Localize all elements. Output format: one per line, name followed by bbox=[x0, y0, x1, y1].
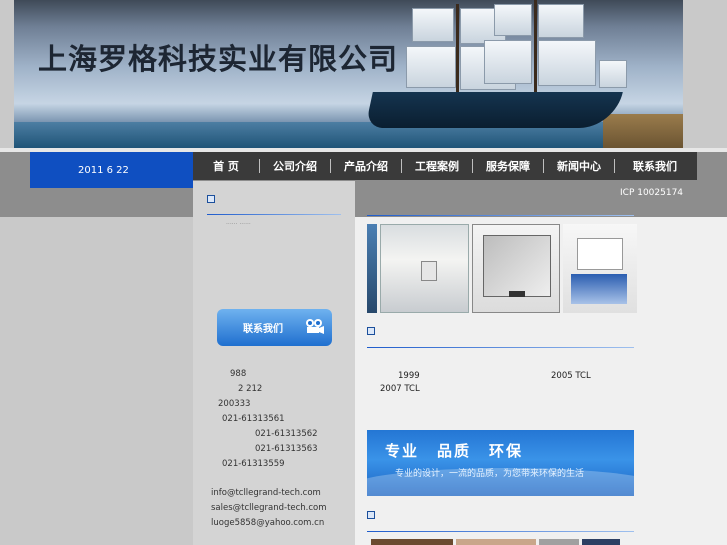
banner-shore bbox=[603, 114, 683, 148]
ship-sail bbox=[538, 4, 584, 38]
main-nav: 首 页 公司介绍 产品介绍 工程案例 服务保障 新闻中心 联系我们 bbox=[193, 152, 697, 180]
ship-hull bbox=[365, 92, 623, 128]
contact-us-button[interactable]: 联系我们 bbox=[217, 309, 332, 346]
address-line: 2 212 bbox=[238, 384, 263, 394]
promo-word: 环保 bbox=[489, 442, 524, 460]
ship-sail bbox=[538, 40, 596, 86]
promo-banner[interactable]: 专业 品质 环保 专业的设计，一流的品质，为您带来环保的生活 bbox=[367, 430, 634, 496]
section-bullet-icon bbox=[367, 327, 375, 335]
address-line: 988 bbox=[230, 369, 247, 379]
fax-number: 021-61313559 bbox=[222, 459, 285, 469]
about-text: 2007 TCL bbox=[380, 384, 420, 394]
nav-item-contact[interactable]: 联系我们 bbox=[615, 152, 695, 180]
promo-word: 专业 bbox=[385, 442, 420, 460]
nav-item-cases[interactable]: 工程案例 bbox=[402, 152, 472, 180]
promo-slogan: 专业的设计，一流的品质，为您带来环保的生活 bbox=[395, 469, 585, 479]
ship-sail bbox=[484, 40, 532, 84]
contact-us-label: 联系我们 bbox=[243, 324, 283, 335]
email-link[interactable]: luoge5858@yahoo.com.cn bbox=[211, 518, 324, 528]
about-text: 2005 TCL bbox=[551, 371, 591, 381]
ship-sail bbox=[494, 4, 532, 36]
section-divider bbox=[367, 347, 634, 348]
section-bullet-icon bbox=[207, 195, 215, 203]
camera-icon bbox=[306, 319, 324, 334]
product-photo[interactable] bbox=[563, 224, 637, 313]
email-link[interactable]: sales@tcllegrand-tech.com bbox=[211, 503, 327, 513]
date-display: 2011 6 22 bbox=[30, 152, 193, 188]
nav-item-products[interactable]: 产品介绍 bbox=[331, 152, 401, 180]
icp-number: ICP 10025174 bbox=[620, 188, 684, 198]
phone-number: 021-61313561 bbox=[222, 414, 285, 424]
about-text: 1999 bbox=[398, 371, 420, 381]
nav-item-company[interactable]: 公司介绍 bbox=[260, 152, 330, 180]
ship-mast bbox=[534, 0, 537, 96]
section-bullet-icon bbox=[367, 511, 375, 519]
section-divider bbox=[367, 215, 634, 216]
header-banner: 上海罗格科技实业有限公司 bbox=[14, 0, 683, 148]
case-thumbnail[interactable] bbox=[371, 539, 453, 545]
product-photo[interactable] bbox=[367, 224, 377, 313]
ship-sail bbox=[406, 46, 456, 88]
product-photo[interactable] bbox=[380, 224, 469, 313]
postcode: 200333 bbox=[218, 399, 251, 409]
phone-number: 021-61313562 bbox=[255, 429, 318, 439]
case-thumbnail[interactable] bbox=[539, 539, 579, 545]
news-fragment: ...... ...... bbox=[226, 219, 251, 226]
nav-item-news[interactable]: 新闻中心 bbox=[544, 152, 614, 180]
ship-sail bbox=[412, 8, 454, 42]
section-divider bbox=[207, 214, 341, 215]
company-name: 上海罗格科技实业有限公司 bbox=[38, 42, 399, 76]
phone-number: 021-61313563 bbox=[255, 444, 318, 454]
case-thumbnail[interactable] bbox=[582, 539, 620, 545]
ship-sail bbox=[599, 60, 627, 88]
nav-item-home[interactable]: 首 页 bbox=[193, 152, 259, 180]
section-divider bbox=[367, 531, 634, 532]
email-link[interactable]: info@tcllegrand-tech.com bbox=[211, 488, 321, 498]
ship-mast bbox=[456, 4, 459, 96]
product-photo[interactable] bbox=[472, 224, 560, 313]
nav-item-service[interactable]: 服务保障 bbox=[473, 152, 543, 180]
case-thumbnail[interactable] bbox=[456, 539, 536, 545]
promo-word: 品质 bbox=[437, 442, 472, 460]
